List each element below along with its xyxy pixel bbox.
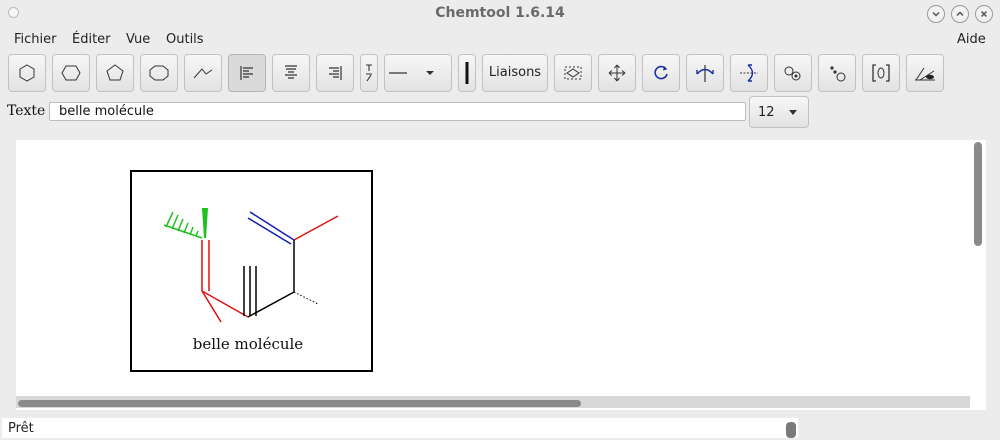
hexagon-button[interactable] bbox=[8, 54, 46, 92]
menu-vue[interactable]: Vue bbox=[126, 32, 150, 47]
bracket-icon bbox=[872, 64, 890, 82]
vertical-scroll-thumb[interactable] bbox=[974, 142, 982, 246]
dotted-bond[interactable] bbox=[293, 291, 319, 305]
rotate-icon bbox=[654, 65, 668, 80]
status-text: Prêt bbox=[8, 421, 34, 436]
hexagon-horizontal-button[interactable] bbox=[52, 54, 90, 92]
bold-bar-icon bbox=[465, 62, 469, 84]
atom-link-button[interactable] bbox=[774, 54, 812, 92]
flip-vertical-button[interactable] bbox=[730, 54, 768, 92]
octagon-icon bbox=[149, 65, 169, 81]
rotate-button[interactable] bbox=[642, 54, 680, 92]
red-double-bond[interactable] bbox=[201, 240, 210, 291]
maximize-button[interactable] bbox=[951, 5, 969, 23]
font-size-select[interactable]: 12 bbox=[749, 96, 809, 128]
minimize-button[interactable] bbox=[927, 5, 945, 23]
text-style-button[interactable] bbox=[360, 54, 378, 92]
red-bond[interactable] bbox=[293, 215, 339, 241]
solid-wedge-bond[interactable] bbox=[202, 208, 208, 238]
molecule-label[interactable]: belle molécule bbox=[193, 335, 304, 353]
chevron-up-icon bbox=[956, 11, 964, 17]
font-size-value: 12 bbox=[758, 105, 775, 120]
status-bar: Prêt bbox=[0, 416, 1000, 440]
pentagon-button[interactable] bbox=[96, 54, 134, 92]
menu-editer[interactable]: Éditer bbox=[72, 32, 111, 47]
flip-vertical-icon bbox=[740, 64, 758, 82]
text-label: Texte : bbox=[7, 103, 55, 119]
horizontal-scroll-thumb[interactable] bbox=[18, 400, 581, 407]
menu-aide[interactable]: Aide bbox=[957, 32, 986, 47]
bond-style-combo[interactable] bbox=[384, 54, 452, 92]
zigzag-chain-icon bbox=[193, 68, 213, 79]
red-bond[interactable] bbox=[201, 290, 249, 318]
molecule-drawing: belle molécule bbox=[130, 170, 373, 372]
move-icon bbox=[608, 64, 626, 82]
erase-button[interactable] bbox=[906, 54, 944, 92]
close-button[interactable] bbox=[975, 5, 993, 23]
align-center-button[interactable] bbox=[272, 54, 310, 92]
align-right-button[interactable] bbox=[316, 54, 354, 92]
octagon-button[interactable] bbox=[140, 54, 178, 92]
blue-double-bond[interactable] bbox=[247, 211, 295, 245]
drawing-canvas[interactable]: belle molécule bbox=[16, 140, 986, 410]
pentagon-icon bbox=[106, 64, 124, 81]
bracket-button[interactable] bbox=[862, 54, 900, 92]
atom-link-icon bbox=[784, 66, 801, 81]
flip-horizontal-icon bbox=[696, 65, 714, 82]
select-area-icon bbox=[564, 66, 582, 80]
atom-remove-icon bbox=[830, 66, 846, 82]
move-button[interactable] bbox=[598, 54, 636, 92]
hexagon-horizontal-icon bbox=[61, 65, 81, 81]
flip-horizontal-button[interactable] bbox=[686, 54, 724, 92]
menu-outils[interactable]: Outils bbox=[166, 32, 204, 47]
toolbar: Liaisons bbox=[0, 52, 1000, 94]
align-right-icon bbox=[329, 66, 342, 80]
hashed-wedge-bond[interactable] bbox=[163, 211, 203, 239]
text-input[interactable] bbox=[49, 102, 746, 121]
chevron-down-icon bbox=[932, 11, 940, 17]
bond-width-button[interactable] bbox=[458, 54, 476, 92]
title-bar: Chemtool 1.6.14 bbox=[0, 0, 1000, 28]
black-bond[interactable] bbox=[247, 291, 295, 318]
align-left-icon bbox=[240, 66, 253, 80]
menu-fichier[interactable]: Fichier bbox=[14, 32, 57, 47]
hexagon-icon bbox=[19, 64, 35, 82]
zigzag-chain-button[interactable] bbox=[184, 54, 222, 92]
bonds-button-label: Liaisons bbox=[488, 65, 542, 80]
text-row: Texte : 12 bbox=[0, 96, 1000, 128]
close-icon bbox=[980, 10, 988, 18]
text-style-icon bbox=[366, 64, 372, 82]
black-triple-bond[interactable] bbox=[243, 266, 257, 316]
atom-remove-button[interactable] bbox=[818, 54, 856, 92]
status-scroll-handle[interactable] bbox=[786, 422, 796, 438]
window-title: Chemtool 1.6.14 bbox=[435, 5, 565, 21]
line-style-icon bbox=[389, 71, 434, 75]
align-left-button[interactable] bbox=[228, 54, 266, 92]
align-center-icon bbox=[285, 65, 297, 79]
chevron-down-icon bbox=[789, 110, 797, 115]
status-field: Prêt bbox=[2, 418, 798, 438]
select-area-button[interactable] bbox=[554, 54, 592, 92]
menu-bar: Fichier Éditer Vue Outils Aide bbox=[0, 28, 1000, 50]
bonds-button[interactable]: Liaisons bbox=[482, 54, 548, 92]
eraser-icon bbox=[915, 67, 935, 81]
